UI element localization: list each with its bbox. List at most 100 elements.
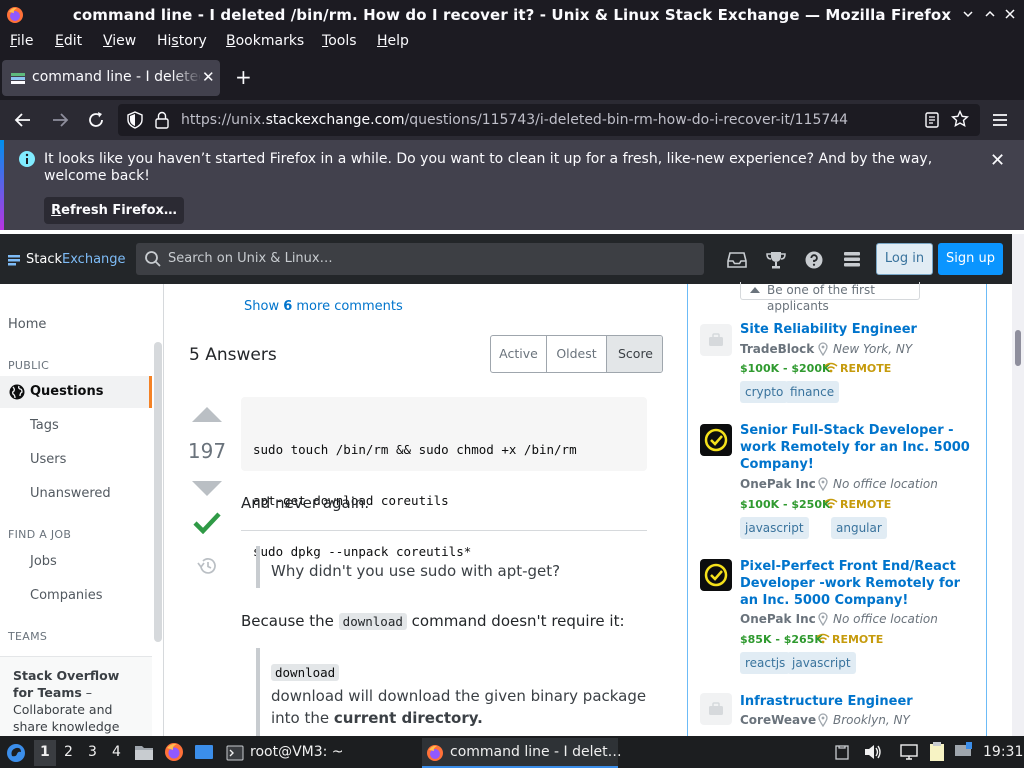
nav-unanswered[interactable]: Unanswered: [30, 486, 111, 501]
menu-file[interactable]: File: [10, 33, 33, 49]
stackexchange-topbar: StackExchange Search on Unix & Linux… Lo…: [0, 234, 1012, 284]
taskbar-firefox-window[interactable]: command line - I delet…: [422, 738, 622, 768]
menu-bookmarks[interactable]: Bookmarks: [226, 33, 304, 49]
start-menu-icon[interactable]: [6, 743, 26, 763]
menu-help[interactable]: Help: [377, 33, 409, 49]
reload-icon[interactable]: [87, 111, 105, 129]
tracking-protection-shield-icon[interactable]: [126, 111, 144, 129]
quote-code: download: [271, 664, 340, 681]
close-tab-icon[interactable]: ✕: [202, 68, 215, 86]
show-more-comments-link[interactable]: Show 6 more comments: [244, 299, 403, 314]
job-remote: REMOTE: [832, 633, 884, 646]
clock: 19:31: [983, 744, 1024, 760]
workspace-2[interactable]: 2: [64, 744, 73, 760]
menu-view[interactable]: View: [103, 33, 136, 49]
nav-section-find-a-job: FIND A JOB: [8, 528, 72, 541]
job-title-link[interactable]: Infrastructure Engineer: [740, 693, 970, 710]
show-desktop-icon[interactable]: [194, 744, 214, 760]
close-window-icon[interactable]: [1004, 8, 1016, 20]
job-tag[interactable]: finance: [785, 381, 840, 403]
nav-questions[interactable]: Questions: [0, 376, 152, 408]
taskbar-terminal-window[interactable]: root@VM3: ~: [222, 738, 418, 768]
sort-tab-score[interactable]: Score: [607, 336, 662, 372]
network-icon[interactable]: [954, 742, 972, 760]
nav-tags[interactable]: Tags: [30, 418, 59, 433]
site-search-input[interactable]: Search on Unix & Linux…: [136, 243, 704, 275]
menu-history[interactable]: History: [157, 33, 207, 49]
workspace-1[interactable]: 1: [40, 744, 50, 760]
stackexchange-logo[interactable]: StackExchange: [8, 252, 126, 267]
menu-tools[interactable]: Tools: [322, 33, 357, 49]
inbox-icon[interactable]: [727, 251, 747, 269]
job-location: No office location: [833, 477, 938, 491]
workspace-3[interactable]: 3: [88, 744, 97, 760]
job-tag[interactable]: javascript: [740, 517, 809, 539]
upvote-icon[interactable]: [191, 405, 223, 423]
job-tag[interactable]: reactjs: [740, 652, 791, 674]
login-button[interactable]: Log in: [876, 243, 933, 275]
hamburger-menu-icon[interactable]: [991, 111, 1009, 129]
job-tag[interactable]: crypto: [740, 381, 789, 403]
forward-icon[interactable]: [51, 111, 69, 129]
revision-history-icon[interactable]: [197, 557, 217, 575]
accepted-checkmark-icon: [193, 510, 221, 534]
page-scrollbar[interactable]: [1012, 234, 1024, 736]
downvote-icon[interactable]: [191, 480, 223, 498]
globe-icon: [9, 384, 25, 400]
close-notification-icon[interactable]: ✕: [990, 150, 1005, 171]
volume-icon[interactable]: [864, 744, 882, 760]
clipboard-icon[interactable]: [834, 744, 850, 760]
site-switcher-icon[interactable]: [843, 251, 861, 269]
job-tag[interactable]: javascript: [787, 652, 856, 674]
window-title: command line - I deleted /bin/rm. How do…: [72, 6, 952, 24]
menu-edit[interactable]: Edit: [55, 33, 82, 49]
answers-section: Show 6 more comments 5 Answers Active Ol…: [164, 284, 686, 736]
navigation-toolbar: https://unix.stackexchange.com/questions…: [0, 100, 1024, 140]
vote-count: 197: [187, 439, 227, 463]
tab-active[interactable]: command line - I deleted /bin/rm. How do…: [2, 60, 220, 96]
firefox-launcher-icon[interactable]: [164, 742, 184, 762]
minimize-icon[interactable]: [962, 8, 974, 20]
nav-jobs[interactable]: Jobs: [30, 554, 57, 569]
sidebar-scrollbar[interactable]: [154, 342, 162, 642]
refresh-firefox-button[interactable]: Refresh Firefox…: [44, 197, 184, 224]
signup-button[interactable]: Sign up: [938, 243, 1003, 275]
job-remote: REMOTE: [840, 362, 892, 375]
job-company: TradeBlock: [740, 342, 815, 356]
job-tag[interactable]: angular: [831, 517, 887, 539]
lock-icon[interactable]: [154, 111, 170, 129]
maximize-icon[interactable]: [984, 8, 996, 20]
job-company: CoreWeave: [740, 713, 817, 727]
new-tab-icon[interactable]: +: [235, 65, 252, 89]
notes-icon[interactable]: [928, 742, 946, 762]
sort-tab-oldest[interactable]: Oldest: [547, 336, 607, 372]
refresh-notification-bar: It looks like you haven’t started Firefo…: [0, 140, 1024, 230]
workspace-4[interactable]: 4: [112, 744, 121, 760]
achievements-trophy-icon[interactable]: [766, 251, 786, 269]
nav-home[interactable]: Home: [8, 317, 46, 332]
quote-bar: [256, 546, 260, 588]
job-title-link[interactable]: Senior Full-Stack Developer - work Remot…: [740, 422, 970, 473]
help-icon[interactable]: [805, 251, 823, 269]
display-icon[interactable]: [900, 744, 918, 760]
answers-heading: 5 Answers: [189, 345, 277, 365]
back-icon[interactable]: [14, 111, 32, 129]
address-bar[interactable]: https://unix.stackexchange.com/questions…: [118, 104, 980, 136]
nav-users[interactable]: Users: [30, 452, 66, 467]
nav-companies[interactable]: Companies: [30, 588, 103, 603]
job-location: Brooklyn, NY: [833, 713, 910, 727]
onepak-logo: [700, 424, 732, 456]
desktop-taskbar: 1 2 3 4 root@VM3: ~ command line - I del…: [0, 736, 1024, 768]
job-title-link[interactable]: Site Reliability Engineer: [740, 321, 970, 338]
quote-line-1: download will download the given binary …: [271, 687, 647, 705]
coreweave-logo: [700, 693, 732, 725]
file-manager-icon[interactable]: [134, 743, 154, 761]
location-pin-icon: [818, 342, 828, 356]
reader-view-icon[interactable]: [924, 111, 940, 129]
teams-promo[interactable]: Stack Overflow for Teams – Collaborate a…: [0, 656, 152, 736]
location-pin-icon: [818, 612, 828, 626]
bookmark-star-icon[interactable]: [951, 110, 969, 128]
url-text: https://unix.stackexchange.com/questions…: [181, 112, 849, 128]
job-title-link[interactable]: Pixel-Perfect Front End/React Developer …: [740, 558, 970, 609]
sort-tab-active[interactable]: Active: [491, 336, 547, 372]
